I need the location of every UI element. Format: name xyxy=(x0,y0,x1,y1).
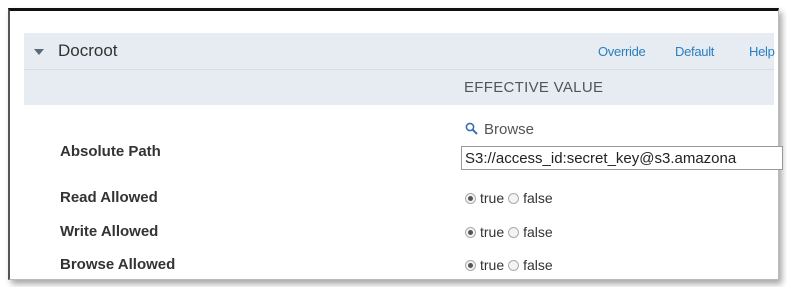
section-header: Docroot Override Default Help xyxy=(24,33,775,70)
window-frame: Docroot Override Default Help EFFECTIVE … xyxy=(8,8,783,280)
browse-allowed-radio-group: true false xyxy=(465,257,557,273)
write-allowed-true-label[interactable]: true xyxy=(480,224,504,240)
section-title[interactable]: Docroot xyxy=(58,41,118,61)
browse-button[interactable]: Browse xyxy=(465,121,534,139)
browse-allowed-label: Browse Allowed xyxy=(60,256,176,273)
read-allowed-false-radio[interactable] xyxy=(508,192,520,204)
default-link[interactable]: Default xyxy=(675,44,714,59)
column-header-bar: EFFECTIVE VALUE xyxy=(24,70,774,105)
read-allowed-false-label[interactable]: false xyxy=(523,190,553,206)
write-allowed-false-radio[interactable] xyxy=(508,226,520,238)
absolute-path-label: Absolute Path xyxy=(60,143,161,160)
magnifier-icon xyxy=(465,122,478,139)
read-allowed-label: Read Allowed xyxy=(60,189,158,206)
read-allowed-true-label[interactable]: true xyxy=(480,190,504,206)
write-allowed-label: Write Allowed xyxy=(60,223,159,240)
override-link[interactable]: Override xyxy=(598,44,646,59)
read-allowed-radio-group: true false xyxy=(465,190,557,206)
write-allowed-true-radio[interactable] xyxy=(465,226,476,238)
docroot-panel: Docroot Override Default Help EFFECTIVE … xyxy=(24,33,783,273)
browse-allowed-true-label[interactable]: true xyxy=(480,257,504,273)
effective-value-header: EFFECTIVE VALUE xyxy=(464,79,604,96)
write-allowed-false-label[interactable]: false xyxy=(523,224,553,240)
collapse-triangle-icon[interactable] xyxy=(34,49,44,55)
browse-label: Browse xyxy=(484,121,535,138)
absolute-path-input[interactable] xyxy=(461,146,783,170)
browse-allowed-true-radio[interactable] xyxy=(465,259,476,271)
read-allowed-true-radio[interactable] xyxy=(465,192,476,204)
write-allowed-radio-group: true false xyxy=(465,224,557,240)
help-link[interactable]: Help xyxy=(749,44,775,59)
browse-allowed-false-label[interactable]: false xyxy=(523,257,553,273)
browse-allowed-false-radio[interactable] xyxy=(508,259,520,271)
